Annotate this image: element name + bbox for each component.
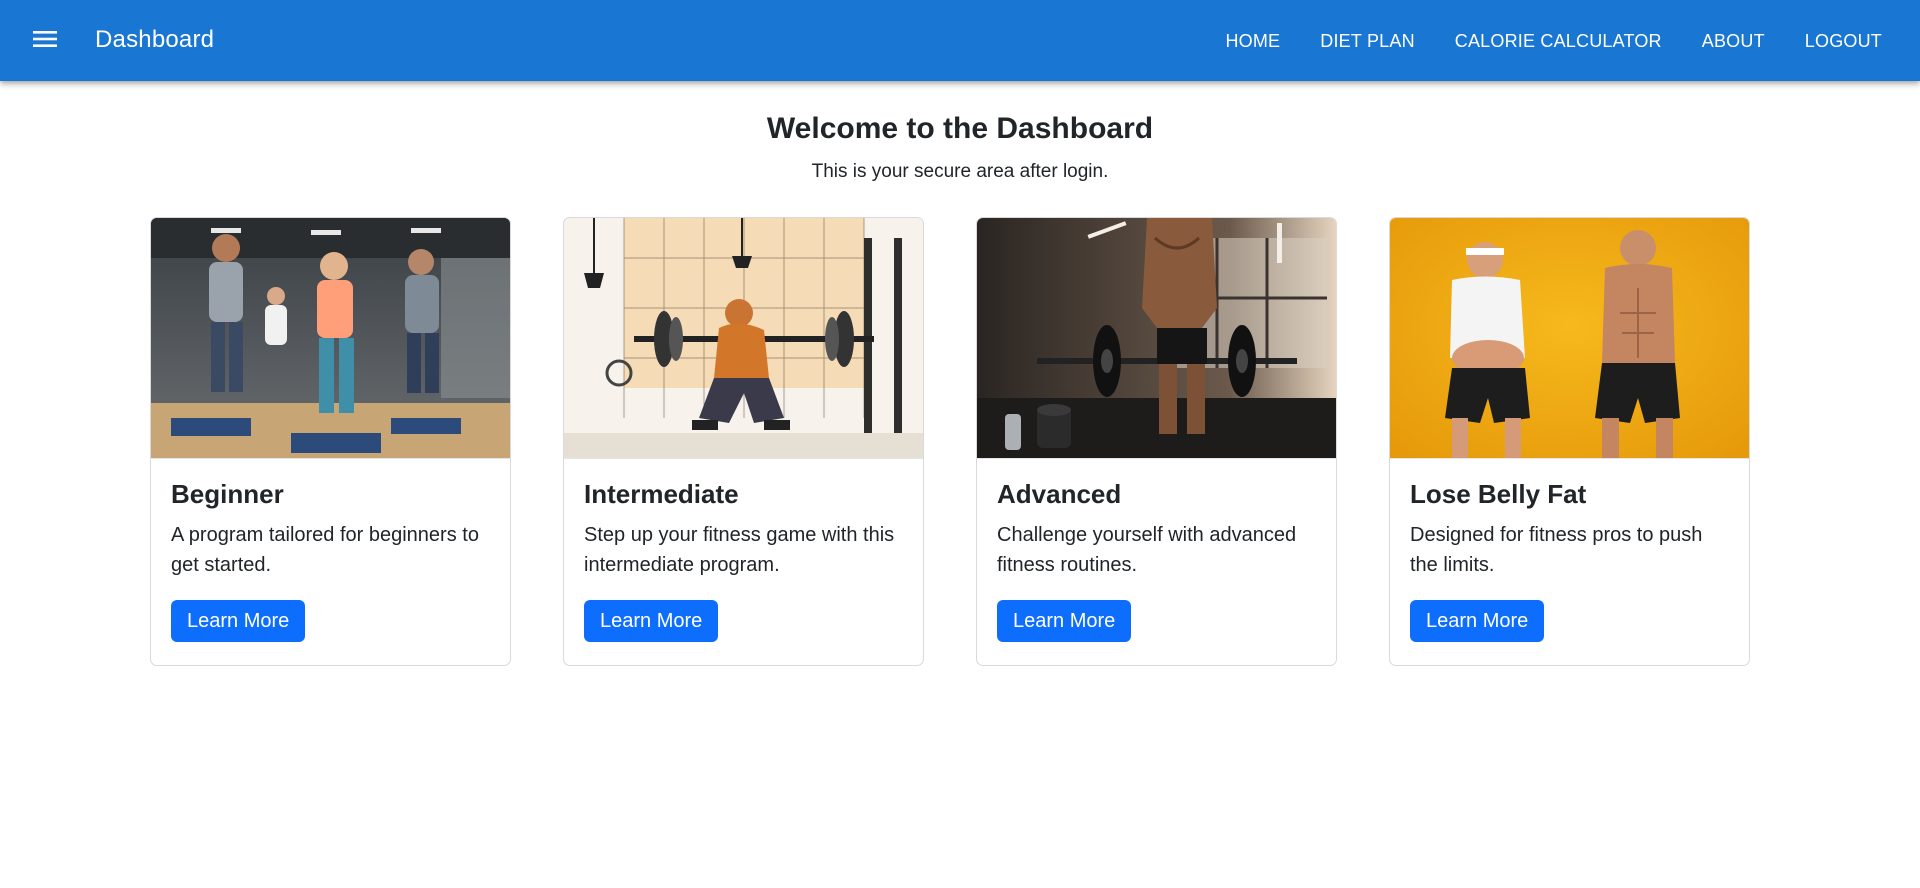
- learn-more-button-beginner[interactable]: Learn More: [171, 600, 306, 643]
- nav-calorie-calculator[interactable]: CALORIE CALCULATOR: [1435, 21, 1682, 62]
- program-card-intermediate: Intermediate Step up your fitness game w…: [563, 217, 924, 666]
- card-image-beginner: [151, 218, 510, 459]
- card-text-advanced: Challenge yourself with advanced fitness…: [997, 524, 1297, 577]
- card-text-beginner: A program tailored for beginners to get …: [171, 524, 479, 577]
- card-title-intermediate: Intermediate: [584, 479, 739, 509]
- card-image-advanced: [977, 218, 1336, 459]
- page-subtitle: This is your secure area after login.: [811, 161, 1109, 182]
- card-title-lose-belly-fat: Lose Belly Fat: [1410, 479, 1587, 509]
- learn-more-button-intermediate[interactable]: Learn More: [584, 600, 719, 643]
- nav-logout[interactable]: LOGOUT: [1785, 21, 1902, 62]
- program-card-lose-belly-fat: Lose Belly Fat Designed for fitness pros…: [1389, 217, 1750, 666]
- program-card-beginner: Beginner A program tailored for beginner…: [150, 217, 511, 666]
- card-text-intermediate: Step up your fitness game with this inte…: [584, 524, 895, 577]
- nav-diet-plan[interactable]: DIET PLAN: [1300, 21, 1435, 62]
- top-nav: HOME DIET PLAN CALORIE CALCULATOR ABOUT …: [1205, 20, 1902, 62]
- card-title-advanced: Advanced: [997, 479, 1122, 509]
- card-text-lose-belly-fat: Designed for fitness pros to push the li…: [1410, 524, 1703, 577]
- program-card-advanced: Advanced Challenge yourself with advance…: [976, 217, 1337, 666]
- card-image-lose-belly-fat: [1390, 218, 1749, 459]
- card-image-intermediate: [564, 218, 923, 459]
- app-title: Dashboard: [95, 26, 215, 53]
- app-bar: Dashboard HOME DIET PLAN CALORIE CALCULA…: [0, 0, 1920, 81]
- menu-button[interactable]: [24, 20, 66, 62]
- nav-home[interactable]: HOME: [1205, 21, 1300, 62]
- learn-more-button-advanced[interactable]: Learn More: [997, 600, 1132, 643]
- card-title-beginner: Beginner: [171, 479, 284, 509]
- learn-more-button-lose-belly-fat[interactable]: Learn More: [1410, 600, 1545, 643]
- nav-about[interactable]: ABOUT: [1682, 21, 1785, 62]
- page-title: Welcome to the Dashboard: [766, 112, 1154, 145]
- menu-icon: [32, 29, 58, 54]
